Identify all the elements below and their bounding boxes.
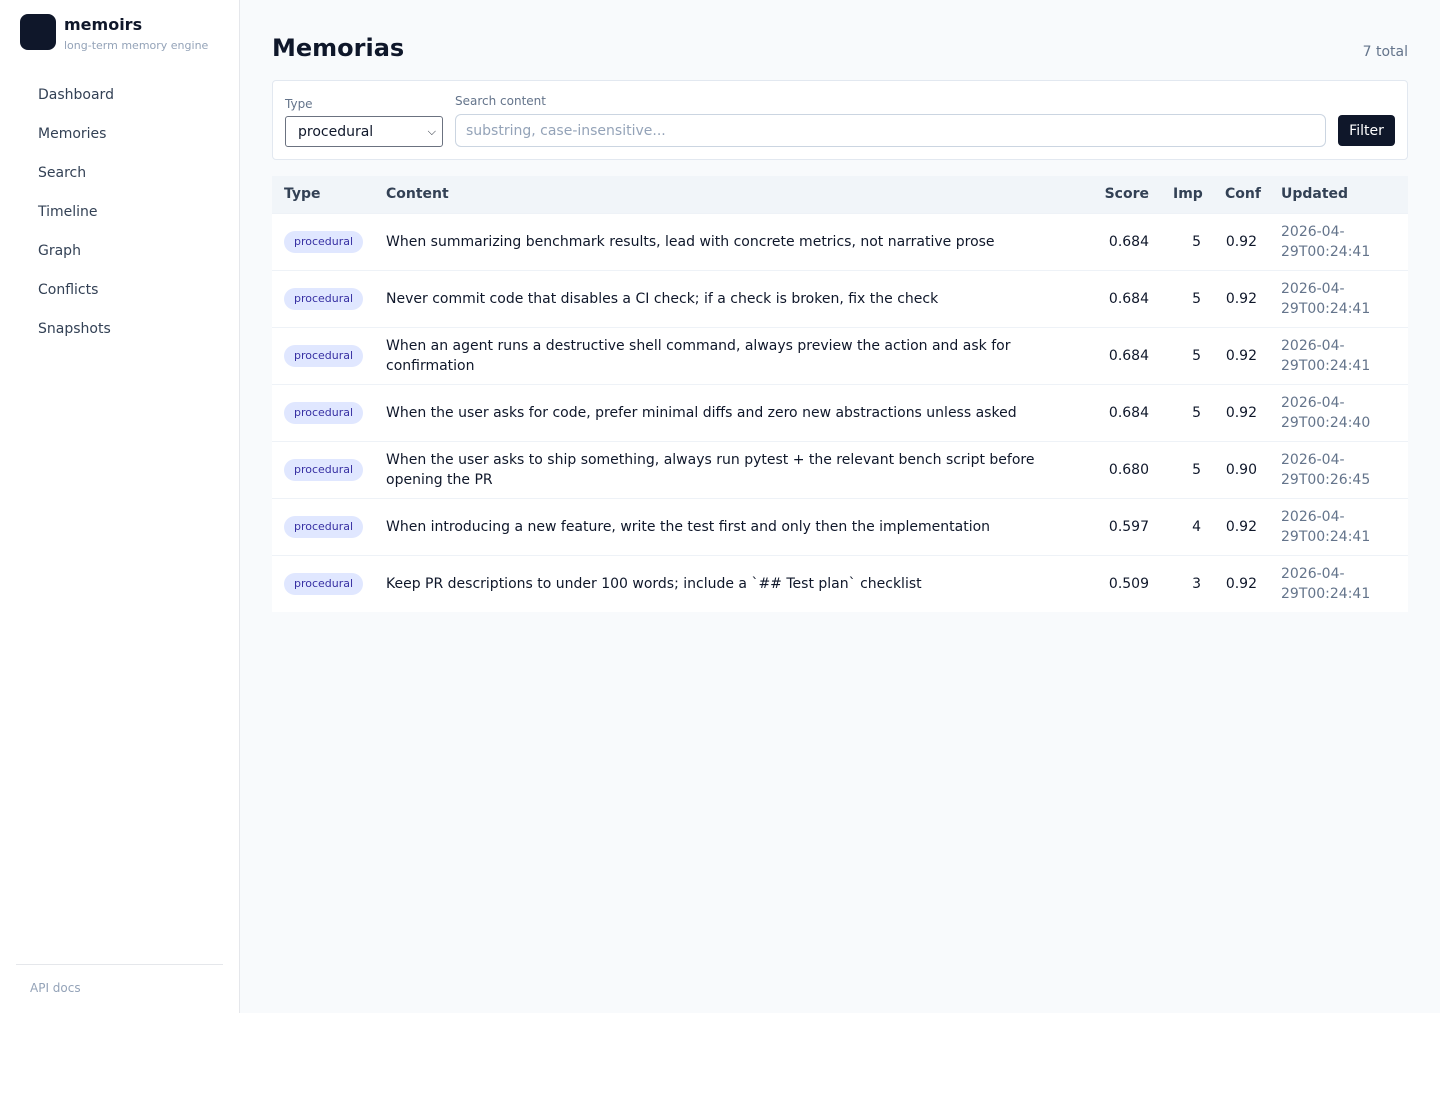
score-cell: 0.684 xyxy=(1108,347,1149,364)
search-field: Search content substring, case-insensiti… xyxy=(455,93,1326,147)
conf-cell: 0.92 xyxy=(1225,518,1257,535)
table-row[interactable]: procedural Keep PR descriptions to under… xyxy=(272,555,1408,612)
filter-button[interactable]: Filter xyxy=(1338,115,1395,146)
brand-name: memoirs xyxy=(64,15,143,34)
filter-bar: Type procedural ⌵ Search content substri… xyxy=(272,80,1408,160)
table-row[interactable]: procedural When summarizing benchmark re… xyxy=(272,213,1408,270)
brand-text: memoirs long-term memory engine xyxy=(64,15,208,54)
conf-cell: 0.92 xyxy=(1225,575,1257,592)
type-badge: procedural xyxy=(284,572,364,595)
score-cell: 0.597 xyxy=(1108,518,1149,535)
conf-cell: 0.92 xyxy=(1225,347,1257,364)
imp-cell: 4 xyxy=(1192,518,1201,535)
sidebar-item-conflicts[interactable]: Conflicts xyxy=(0,271,239,310)
table-row[interactable]: procedural When introducing a new featur… xyxy=(272,498,1408,555)
type-label: Type xyxy=(285,97,313,111)
brand[interactable]: memoirs long-term memory engine xyxy=(0,0,239,62)
memory-content: When the user asks to ship something, al… xyxy=(386,451,1035,488)
brand-subtitle: long-term memory engine xyxy=(64,39,209,52)
header-updated[interactable]: Updated xyxy=(1269,176,1408,213)
search-placeholder: substring, case-insensitive... xyxy=(466,122,666,139)
header-conf[interactable]: Conf xyxy=(1213,176,1269,213)
type-badge: procedural xyxy=(284,458,364,481)
type-badge: procedural xyxy=(284,515,364,538)
type-badge: procedural xyxy=(284,230,364,253)
imp-cell: 5 xyxy=(1192,461,1201,478)
sidebar-item-timeline[interactable]: Timeline xyxy=(0,193,239,232)
chevron-down-icon: ⌵ xyxy=(427,124,436,138)
table-row[interactable]: procedural When an agent runs a destruct… xyxy=(272,327,1408,384)
header-score[interactable]: Score xyxy=(1074,176,1161,213)
sidebar-item-graph[interactable]: Graph xyxy=(0,232,239,271)
memory-content: Never commit code that disables a CI che… xyxy=(386,290,939,307)
type-badge: procedural xyxy=(284,344,364,367)
updated-cell: 2026-04-29T00:24:41 xyxy=(1281,565,1371,602)
table-row[interactable]: procedural When the user asks to ship so… xyxy=(272,441,1408,498)
page-title: Memorias xyxy=(272,34,405,62)
score-cell: 0.684 xyxy=(1108,290,1149,307)
memory-content: When introducing a new feature, write th… xyxy=(386,518,991,535)
table-row[interactable]: procedural Never commit code that disabl… xyxy=(272,270,1408,327)
search-label: Search content xyxy=(455,94,546,108)
type-field: Type procedural ⌵ xyxy=(285,96,443,147)
memory-content: When the user asks for code, prefer mini… xyxy=(386,404,1017,421)
page-header: Memorias 7 total xyxy=(272,32,1408,80)
sidebar-nav: Dashboard Memories Search Timeline Graph… xyxy=(0,76,239,349)
memories-table: Type Content Score Imp Conf Updated proc… xyxy=(272,176,1408,612)
sidebar-item-memories[interactable]: Memories xyxy=(0,115,239,154)
imp-cell: 5 xyxy=(1192,233,1201,250)
conf-cell: 0.90 xyxy=(1225,461,1257,478)
score-cell: 0.509 xyxy=(1108,575,1149,592)
score-cell: 0.684 xyxy=(1108,233,1149,250)
memory-content: Keep PR descriptions to under 100 words;… xyxy=(386,575,922,592)
memory-content: When summarizing benchmark results, lead… xyxy=(386,233,995,250)
api-docs-link[interactable]: API docs xyxy=(30,981,81,995)
memory-content: When an agent runs a destructive shell c… xyxy=(386,337,1011,374)
updated-cell: 2026-04-29T00:24:41 xyxy=(1281,337,1371,374)
score-cell: 0.684 xyxy=(1108,404,1149,421)
imp-cell: 3 xyxy=(1192,575,1201,592)
app-shell: memoirs long-term memory engine Dashboar… xyxy=(0,0,1440,1013)
table-header-row: Type Content Score Imp Conf Updated xyxy=(272,176,1408,213)
header-type[interactable]: Type xyxy=(272,176,374,213)
updated-cell: 2026-04-29T00:26:45 xyxy=(1281,451,1371,488)
header-imp[interactable]: Imp xyxy=(1161,176,1213,213)
sidebar-item-search[interactable]: Search xyxy=(0,154,239,193)
imp-cell: 5 xyxy=(1192,347,1201,364)
updated-cell: 2026-04-29T00:24:41 xyxy=(1281,280,1371,317)
imp-cell: 5 xyxy=(1192,290,1201,307)
conf-cell: 0.92 xyxy=(1225,233,1257,250)
conf-cell: 0.92 xyxy=(1225,404,1257,421)
main-content: Memorias 7 total Type procedural ⌵ Searc… xyxy=(240,0,1440,1013)
logo-icon xyxy=(20,14,56,50)
type-badge: procedural xyxy=(284,401,364,424)
header-content[interactable]: Content xyxy=(374,176,1074,213)
sidebar: memoirs long-term memory engine Dashboar… xyxy=(0,0,240,1013)
conf-cell: 0.92 xyxy=(1225,290,1257,307)
sidebar-footer: API docs xyxy=(16,964,223,995)
search-input[interactable]: substring, case-insensitive... xyxy=(455,114,1326,147)
updated-cell: 2026-04-29T00:24:41 xyxy=(1281,223,1371,260)
sidebar-item-dashboard[interactable]: Dashboard xyxy=(0,76,239,115)
type-select-value: procedural xyxy=(298,123,374,140)
sidebar-item-snapshots[interactable]: Snapshots xyxy=(0,310,239,349)
score-cell: 0.680 xyxy=(1108,461,1149,478)
updated-cell: 2026-04-29T00:24:41 xyxy=(1281,508,1371,545)
imp-cell: 5 xyxy=(1192,404,1201,421)
updated-cell: 2026-04-29T00:24:40 xyxy=(1281,394,1371,431)
total-count: 7 total xyxy=(1362,44,1408,60)
type-badge: procedural xyxy=(284,287,364,310)
type-select[interactable]: procedural ⌵ xyxy=(285,116,443,147)
table-row[interactable]: procedural When the user asks for code, … xyxy=(272,384,1408,441)
